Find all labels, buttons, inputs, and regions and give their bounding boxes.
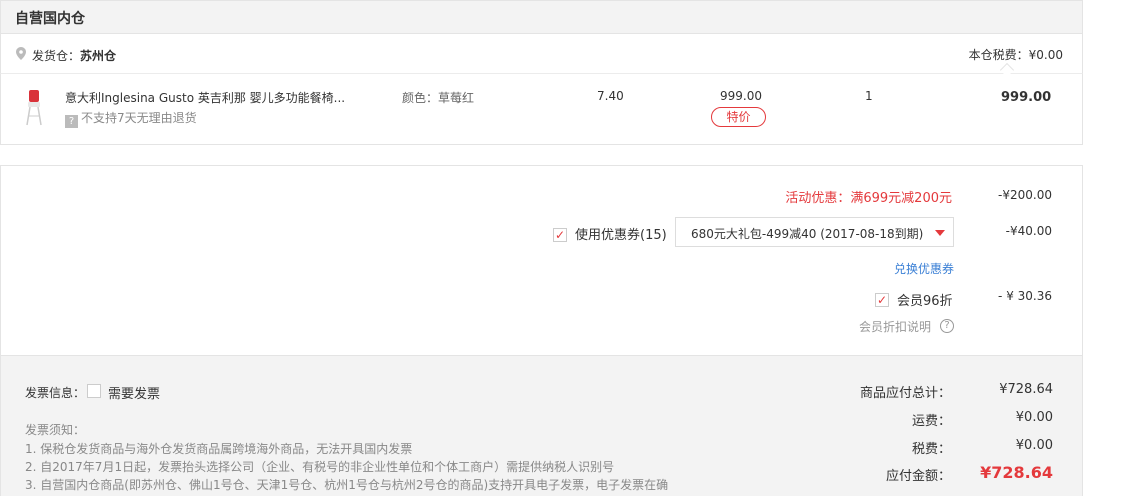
product-price: 999.00 [720, 89, 762, 103]
goods-total-value: ¥728.64 [999, 382, 1053, 397]
member-discount-explain-link[interactable]: 会员折扣说明 [859, 318, 931, 335]
warehouse-header: 自营国内仓 [0, 0, 1083, 33]
tax-fee-value: ¥0.00 [1015, 438, 1053, 453]
promo-discount-amount: -¥200.00 [998, 188, 1052, 202]
location-pin-icon [16, 47, 26, 60]
coupon-select[interactable]: 680元大礼包-499减40 (2017-08-18到期) [675, 217, 954, 247]
product-quantity: 1 [865, 89, 873, 103]
warehouse-title: 自营国内仓 [15, 11, 85, 27]
shipping-label: 运费： [911, 414, 951, 429]
tax-fee-label: 税费： [911, 442, 951, 457]
invoice-notice-title: 发票须知： [25, 423, 86, 437]
coupon-discount-amount: -¥40.00 [1005, 224, 1052, 238]
return-policy-note: ? 不支持7天无理由退货 [65, 109, 197, 128]
product-color: 颜色：草莓红 [402, 91, 475, 105]
ship-from-label-text: 发货仓： [32, 49, 81, 63]
member-discount-label[interactable]: 会员96折 [897, 290, 953, 309]
product-thumbnail[interactable] [24, 88, 44, 126]
invoice-label: 发票信息： [25, 386, 86, 400]
discount-panel: 活动优惠：满699元减200元 -¥200.00 ✓ 使用优惠券(15) 680… [0, 165, 1083, 355]
order-footer-panel: 发票信息： 需要发票 发票须知： 1. 保税仓发货商品与海外仓发货商品属跨境海外… [0, 355, 1083, 496]
return-policy-text: 不支持7天无理由退货 [81, 111, 197, 125]
coupon-label[interactable]: 使用优惠券(15) [575, 224, 667, 243]
member-discount-checkbox[interactable]: ✓ [875, 293, 889, 307]
invoice-notice-line: 3. 自营国内仓商品(即苏州仓、佛山1号仓、天津1号仓、杭州1号仓与杭州2号仓的… [25, 478, 669, 492]
invoice-notice-line: 2. 自2017年7月1日起，发票抬头选择公司（企业、有税号的非企业性单位和个体… [25, 460, 615, 474]
coupon-checkbox[interactable]: ✓ [553, 228, 567, 242]
product-tax: 7.40 [597, 89, 624, 103]
chevron-down-icon [935, 230, 945, 236]
payable-label: 应付金额： [885, 469, 951, 484]
special-price-badge: 特价 [711, 107, 766, 127]
ship-from-row: 发货仓：苏州仓 本仓税费：¥0.00 [0, 33, 1083, 78]
product-row: 意大利Inglesina Gusto 英吉利那 婴儿多功能餐椅... ? 不支持7… [0, 74, 1083, 145]
need-invoice-label[interactable]: 需要发票 [108, 383, 160, 402]
need-invoice-checkbox[interactable] [87, 384, 101, 398]
goods-total-label: 商品应付总计： [859, 386, 951, 401]
invoice-notice-line: 1. 保税仓发货商品与海外仓发货商品属跨境海外商品，无法开具国内发票 [25, 442, 413, 456]
product-name-link[interactable]: 意大利Inglesina Gusto 英吉利那 婴儿多功能餐椅... [65, 89, 345, 106]
exchange-coupon-link[interactable]: 兑换优惠券 [894, 260, 954, 277]
shipping-value: ¥0.00 [1015, 410, 1053, 425]
payable-total-value: ¥728.64 [980, 463, 1053, 482]
product-subtotal: 999.00 [1001, 90, 1052, 105]
member-discount-amount: - ¥ 30.36 [998, 289, 1052, 303]
question-icon: ? [65, 115, 78, 128]
promo-discount-text: 活动优惠：满699元减200元 [785, 191, 952, 206]
help-icon[interactable]: ? [940, 319, 954, 333]
ship-from-value: 苏州仓 [80, 49, 117, 63]
warehouse-tax: 本仓税费：¥0.00 [968, 48, 1063, 62]
coupon-selected-value: 680元大礼包-499减40 (2017-08-18到期) [691, 227, 924, 241]
ship-from-label: 发货仓：苏州仓 [32, 47, 116, 64]
